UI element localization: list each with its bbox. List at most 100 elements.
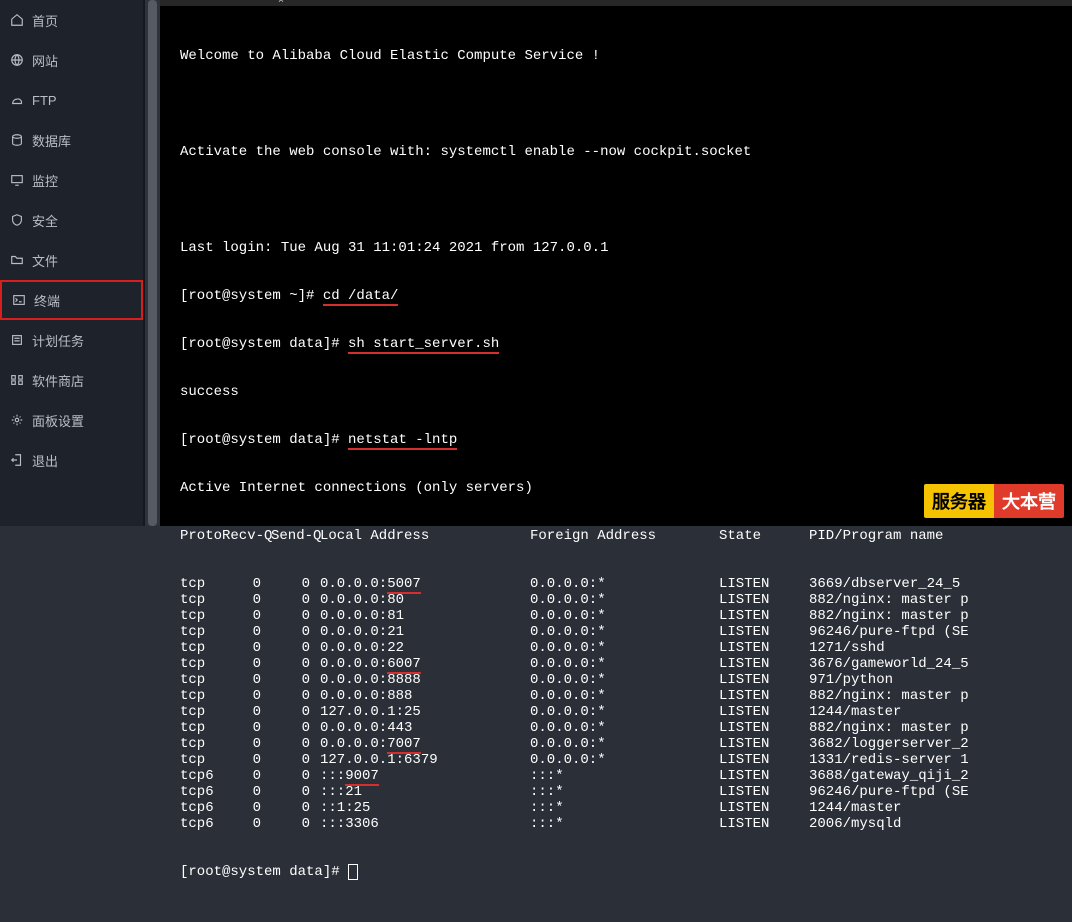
terminal-icon xyxy=(12,293,26,307)
local-addr: 127.0.0.1:25 xyxy=(320,704,421,720)
cell-proto: tcp xyxy=(180,688,222,704)
sidebar: 首页网站 FTP 数据库监控安全文件终端计划任务软件商店面板设置退出 xyxy=(0,0,145,526)
sidebar-item-label: 终端 xyxy=(34,291,60,310)
welcome-line: Welcome to Alibaba Cloud Elastic Compute… xyxy=(180,48,1052,64)
local-addr: 0.0.0.0:888 xyxy=(320,688,412,704)
watermark-right: 大本营 xyxy=(994,484,1064,518)
last-login-line: Last login: Tue Aug 31 11:01:24 2021 fro… xyxy=(180,240,1052,256)
tab-close-icon[interactable]: × xyxy=(278,0,284,7)
prompt-sh-line: [root@system data]# sh start_server.sh xyxy=(180,336,1052,352)
cell-foreign: 0.0.0.0:* xyxy=(530,592,719,608)
sidebar-item-label: 数据库 xyxy=(32,131,71,150)
cell-foreign: 0.0.0.0:* xyxy=(530,752,719,768)
globe-icon xyxy=(10,53,24,67)
cell-sendq: 0 xyxy=(271,640,320,656)
cell-foreign: 0.0.0.0:* xyxy=(530,656,719,672)
netstat-row: tcp000.0.0.0:60070.0.0.0:*LISTEN3676/gam… xyxy=(180,656,1052,672)
cell-recvq: 0 xyxy=(222,576,271,592)
netstat-row: tcp00127.0.0.1:250.0.0.0:*LISTEN1244/mas… xyxy=(180,704,1052,720)
cell-proto: tcp6 xyxy=(180,768,222,784)
cell-pid: 882/nginx: master p xyxy=(809,592,969,608)
activate-line: Activate the web console with: systemctl… xyxy=(180,144,1052,160)
logout-icon xyxy=(10,453,24,467)
local-addr: 0.0.0.0:80 xyxy=(320,592,404,608)
sidebar-item-label: FTP xyxy=(32,93,57,108)
cell-sendq: 0 xyxy=(271,752,320,768)
cell-sendq: 0 xyxy=(271,624,320,640)
sidebar-scrollbar[interactable] xyxy=(145,0,160,526)
blank-line xyxy=(180,192,1052,208)
sidebar-item-globe[interactable]: 网站 xyxy=(0,40,143,80)
cell-state: LISTEN xyxy=(719,608,809,624)
cell-sendq: 0 xyxy=(271,672,320,688)
cell-recvq: 0 xyxy=(222,800,271,816)
terminal-panel[interactable]: × Welcome to Alibaba Cloud Elastic Compu… xyxy=(160,0,1072,526)
cell-recvq: 0 xyxy=(222,688,271,704)
cell-foreign: 0.0.0.0:* xyxy=(530,736,719,752)
cell-state: LISTEN xyxy=(719,736,809,752)
cmd-sh: sh start_server.sh xyxy=(348,336,499,354)
cell-recvq: 0 xyxy=(222,656,271,672)
sidebar-item-terminal[interactable]: 终端 xyxy=(0,280,143,320)
active-conn-line: Active Internet connections (only server… xyxy=(180,480,1052,496)
cell-proto: tcp xyxy=(180,720,222,736)
sidebar-item-home[interactable]: 首页 xyxy=(0,0,143,40)
cell-proto: tcp6 xyxy=(180,816,222,832)
cell-foreign: 0.0.0.0:* xyxy=(530,720,719,736)
local-addr: :::3306 xyxy=(320,816,379,832)
cell-pid: 3669/dbserver_24_5 xyxy=(809,576,960,592)
scrollbar-thumb[interactable] xyxy=(148,0,157,526)
cell-recvq: 0 xyxy=(222,592,271,608)
cell-local: :::3306 xyxy=(320,816,530,832)
local-addr-prefix: ::: xyxy=(320,768,345,784)
cell-recvq: 0 xyxy=(222,816,271,832)
cell-state: LISTEN xyxy=(719,656,809,672)
cell-recvq: 0 xyxy=(222,672,271,688)
sidebar-item-label: 网站 xyxy=(32,51,58,70)
cell-local: 0.0.0.0:81 xyxy=(320,608,530,624)
cell-local: :::9007 xyxy=(320,768,530,784)
sidebar-item-logout[interactable]: 退出 xyxy=(0,440,143,480)
cell-pid: 971/python xyxy=(809,672,893,688)
sidebar-item-ftp[interactable]: FTP xyxy=(0,80,143,120)
sidebar-item-folder[interactable]: 文件 xyxy=(0,240,143,280)
sidebar-item-store[interactable]: 软件商店 xyxy=(0,360,143,400)
cell-local: 127.0.0.1:6379 xyxy=(320,752,530,768)
terminal-output: Welcome to Alibaba Cloud Elastic Compute… xyxy=(160,6,1072,922)
hdr-proto: Proto xyxy=(180,528,222,544)
cell-state: LISTEN xyxy=(719,672,809,688)
cell-pid: 3676/gameworld_24_5 xyxy=(809,656,969,672)
netstat-rows: tcp000.0.0.0:50070.0.0.0:*LISTEN3669/dbs… xyxy=(180,576,1052,832)
cell-state: LISTEN xyxy=(719,784,809,800)
hdr-pid: PID/Program name xyxy=(809,528,943,544)
sidebar-item-label: 计划任务 xyxy=(32,331,84,350)
cell-local: 0.0.0.0:22 xyxy=(320,640,530,656)
sidebar-item-monitor[interactable]: 监控 xyxy=(0,160,143,200)
netstat-row: tcp600::1:25:::*LISTEN1244/master xyxy=(180,800,1052,816)
cell-local: :::21 xyxy=(320,784,530,800)
shield-icon xyxy=(10,213,24,227)
netstat-row: tcp000.0.0.0:810.0.0.0:*LISTEN882/nginx:… xyxy=(180,608,1052,624)
cell-pid: 3682/loggerserver_2 xyxy=(809,736,969,752)
netstat-row: tcp000.0.0.0:800.0.0.0:*LISTEN882/nginx:… xyxy=(180,592,1052,608)
hdr-local: Local Address xyxy=(320,528,530,544)
sidebar-item-shield[interactable]: 安全 xyxy=(0,200,143,240)
sidebar-item-db[interactable]: 数据库 xyxy=(0,120,143,160)
cell-state: LISTEN xyxy=(719,688,809,704)
cell-proto: tcp xyxy=(180,672,222,688)
cell-foreign: :::* xyxy=(530,768,719,784)
cell-proto: tcp6 xyxy=(180,800,222,816)
local-addr: 0.0.0.0:21 xyxy=(320,624,404,640)
sidebar-item-task[interactable]: 计划任务 xyxy=(0,320,143,360)
cell-recvq: 0 xyxy=(222,608,271,624)
local-addr: 0.0.0.0:443 xyxy=(320,720,412,736)
cell-foreign: 0.0.0.0:* xyxy=(530,672,719,688)
sidebar-item-label: 首页 xyxy=(32,11,58,30)
sidebar-item-settings[interactable]: 面板设置 xyxy=(0,400,143,440)
cell-sendq: 0 xyxy=(271,768,320,784)
cell-state: LISTEN xyxy=(719,768,809,784)
cell-proto: tcp xyxy=(180,656,222,672)
prompt-text: [root@system data]# xyxy=(180,336,348,352)
cell-pid: 882/nginx: master p xyxy=(809,608,969,624)
local-addr: 127.0.0.1:6379 xyxy=(320,752,438,768)
